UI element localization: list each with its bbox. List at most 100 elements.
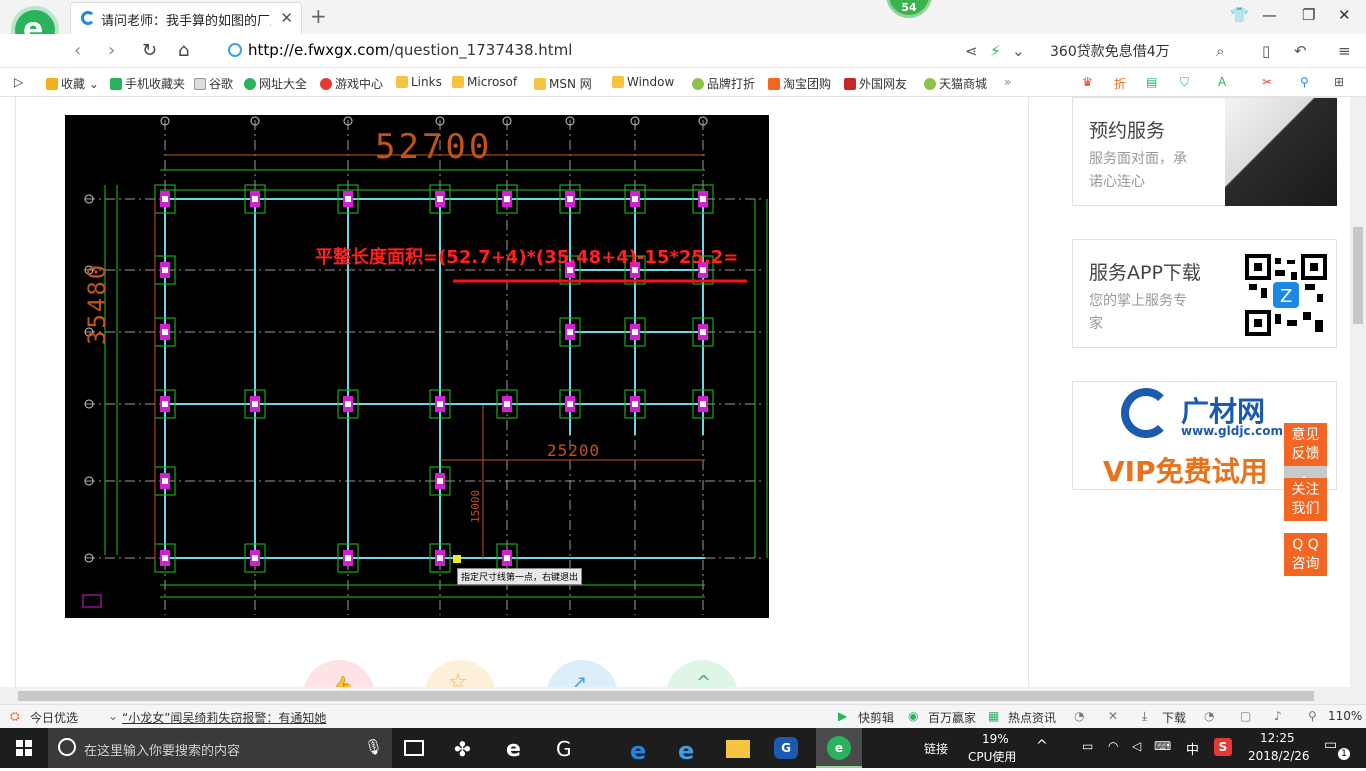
bookmark-item[interactable]: 谷歌	[194, 75, 233, 92]
edge-icon[interactable]: e	[630, 737, 654, 765]
tools-icon[interactable]: ✕	[1108, 709, 1118, 723]
close-tab-icon[interactable]: ✕	[280, 9, 293, 27]
ime-indicator[interactable]: 中	[1186, 739, 1199, 758]
glodon-icon[interactable]: G	[774, 737, 798, 759]
search-icon[interactable]: ⌕	[1216, 42, 1224, 60]
internet-explorer-icon[interactable]: e	[678, 737, 702, 765]
keyboard-icon[interactable]: ⌨	[1154, 739, 1171, 753]
accel-icon[interactable]: ◔	[1204, 709, 1214, 723]
close-window-button[interactable]: ✕	[1338, 6, 1351, 24]
today-picks-link[interactable]: 今日优选	[30, 709, 78, 726]
taskbar-search[interactable]: 在这里输入你要搜索的内容 🎙	[48, 728, 392, 768]
start-button[interactable]	[0, 728, 48, 768]
browser-g-icon[interactable]: G	[556, 737, 580, 761]
shield-icon[interactable]: ⛉	[1180, 75, 1189, 90]
task-view-icon[interactable]	[404, 740, 424, 756]
bookmark-item[interactable]: MSN 网	[534, 75, 592, 92]
window-icon[interactable]: ▢	[1240, 709, 1251, 723]
windows-logo-icon	[16, 740, 32, 756]
trophy-icon[interactable]: ♛	[1082, 75, 1093, 89]
ie-taskbar-icon[interactable]: e	[506, 737, 530, 762]
notification-badge[interactable]: 54	[886, 0, 932, 18]
search-field[interactable]: 360贷款免息借4万	[1050, 41, 1170, 61]
active-360-browser-task[interactable]: e	[816, 728, 862, 768]
appointment-card[interactable]: 预约服务 服务面对面，承 诺心连心	[1072, 97, 1337, 206]
undo-icon[interactable]: ↶	[1294, 42, 1307, 60]
play-icon: ◉	[908, 709, 919, 723]
bookmark-item[interactable]: Links	[396, 75, 442, 89]
bookmark-item[interactable]: Microsof	[452, 75, 517, 89]
battery-icon[interactable]: ▭	[1082, 739, 1093, 753]
minimize-button[interactable]: —	[1262, 6, 1277, 24]
restore-button[interactable]: ❐	[1302, 6, 1315, 24]
horizontal-scrollbar[interactable]	[0, 687, 1366, 704]
shirt-icon[interactable]: 👕	[1230, 6, 1249, 24]
bookmark-item[interactable]: 品牌打折	[692, 75, 755, 92]
app-download-card[interactable]: 服务APP下载 您的掌上服务专 家 Z	[1072, 239, 1337, 348]
apps-icon[interactable]: ⊞	[1334, 75, 1344, 89]
sogou-ime-icon[interactable]: S	[1214, 738, 1232, 756]
kuaijianji-link[interactable]: 快剪辑	[858, 709, 894, 726]
vertical-scrollbar[interactable]	[1350, 97, 1366, 687]
scissors-icon[interactable]: ✂	[1262, 75, 1272, 89]
chevron-down-icon[interactable]: ⌄	[108, 709, 118, 723]
fan-app-icon[interactable]: ✤	[454, 737, 478, 761]
like-button[interactable]: 👍	[303, 660, 375, 687]
notification-center-icon[interactable]: ▭	[1324, 737, 1337, 753]
scrollbar-thumb[interactable]	[1353, 227, 1363, 324]
share-button[interactable]: ↗	[546, 660, 618, 687]
bookmark-item[interactable]: 淘宝团购	[768, 75, 831, 92]
tray-expand-icon[interactable]: ^	[1036, 738, 1048, 754]
bookmark-item[interactable]: 天猫商城	[924, 75, 987, 92]
scrollbar-thumb[interactable]	[18, 691, 1314, 701]
book-icon[interactable]: ▤	[1146, 75, 1157, 89]
url-host: http://e.fwxgx.com	[248, 41, 390, 59]
handshake-image	[1225, 98, 1337, 206]
discount-icon[interactable]: 折	[1114, 75, 1126, 92]
magnifier-icon[interactable]: ⚲	[1300, 75, 1309, 89]
volume-icon[interactable]: ◁	[1132, 739, 1141, 753]
bookmark-item[interactable]: 游戏中心	[320, 75, 383, 92]
baiwan-link[interactable]: 百万赢家	[928, 709, 976, 726]
speed-icon[interactable]: ◔	[1074, 709, 1084, 723]
browser-tab[interactable]: 请问老师：我手算的如图的厂房的 ✕	[70, 2, 302, 34]
home-button[interactable]: ⌂	[178, 40, 189, 61]
bookmark-item[interactable]: 手机收藏夹	[110, 75, 185, 92]
zoom-level[interactable]: 110%	[1328, 709, 1362, 723]
wifi-icon[interactable]: ◠	[1108, 739, 1118, 753]
qq-consult-button[interactable]: Q Q 咨询	[1284, 533, 1327, 576]
follow-us-button[interactable]: 关注 我们	[1284, 478, 1327, 521]
mobile-icon[interactable]: ▯	[1262, 42, 1270, 60]
bookmark-item[interactable]: 网址大全	[244, 75, 307, 92]
bookmark-item[interactable]: 收藏 ⌄	[46, 75, 99, 92]
volume-icon[interactable]: ♪	[1274, 709, 1282, 723]
clock-time[interactable]: 12:25	[1260, 731, 1295, 745]
forward-button[interactable]: ›	[108, 40, 115, 61]
menu-icon[interactable]: ≡	[1338, 42, 1351, 60]
hot-news-link[interactable]: 热点资讯	[1008, 709, 1056, 726]
share-icon[interactable]: ⋖	[965, 42, 978, 60]
bookmarks-bar: ▷ 收藏 ⌄ 手机收藏夹 谷歌 网址大全 游戏中心 Links Microsof…	[0, 69, 1366, 97]
translate-icon[interactable]: A	[1218, 75, 1226, 89]
lightning-icon[interactable]: ⚡	[990, 42, 1001, 60]
bookmark-item[interactable]: Window	[612, 75, 674, 89]
url-field[interactable]: http://e.fwxgx.com/question_1737438.html	[228, 40, 948, 62]
refresh-button[interactable]: ↻	[142, 40, 157, 61]
top-button[interactable]: ^	[666, 660, 738, 687]
news-ticker-link[interactable]: “小龙女”闻吴绮莉失窃报警：有通知她	[122, 709, 326, 726]
chevron-down-icon[interactable]: ⌄	[1012, 42, 1025, 60]
card-subtitle: 服务面对面，承	[1089, 151, 1187, 167]
sidebar-toggle-icon[interactable]: ▷	[14, 75, 23, 89]
bookmark-item[interactable]: 外国网友	[844, 75, 907, 92]
download-link[interactable]: 下载	[1162, 709, 1186, 726]
microphone-icon[interactable]: 🎙	[364, 738, 383, 756]
clock-date[interactable]: 2018/2/26	[1248, 749, 1310, 763]
favorite-button[interactable]: ☆	[424, 660, 496, 687]
back-button[interactable]: ‹	[74, 40, 81, 61]
new-tab-button[interactable]: +	[310, 4, 327, 28]
feedback-button[interactable]: 意见 反馈	[1284, 423, 1327, 466]
links-toolbar[interactable]: 链接	[924, 740, 948, 757]
zoom-icon[interactable]: ⚲	[1308, 709, 1317, 723]
more-bookmarks-icon[interactable]: »	[1004, 75, 1011, 89]
file-explorer-icon[interactable]	[726, 740, 750, 758]
